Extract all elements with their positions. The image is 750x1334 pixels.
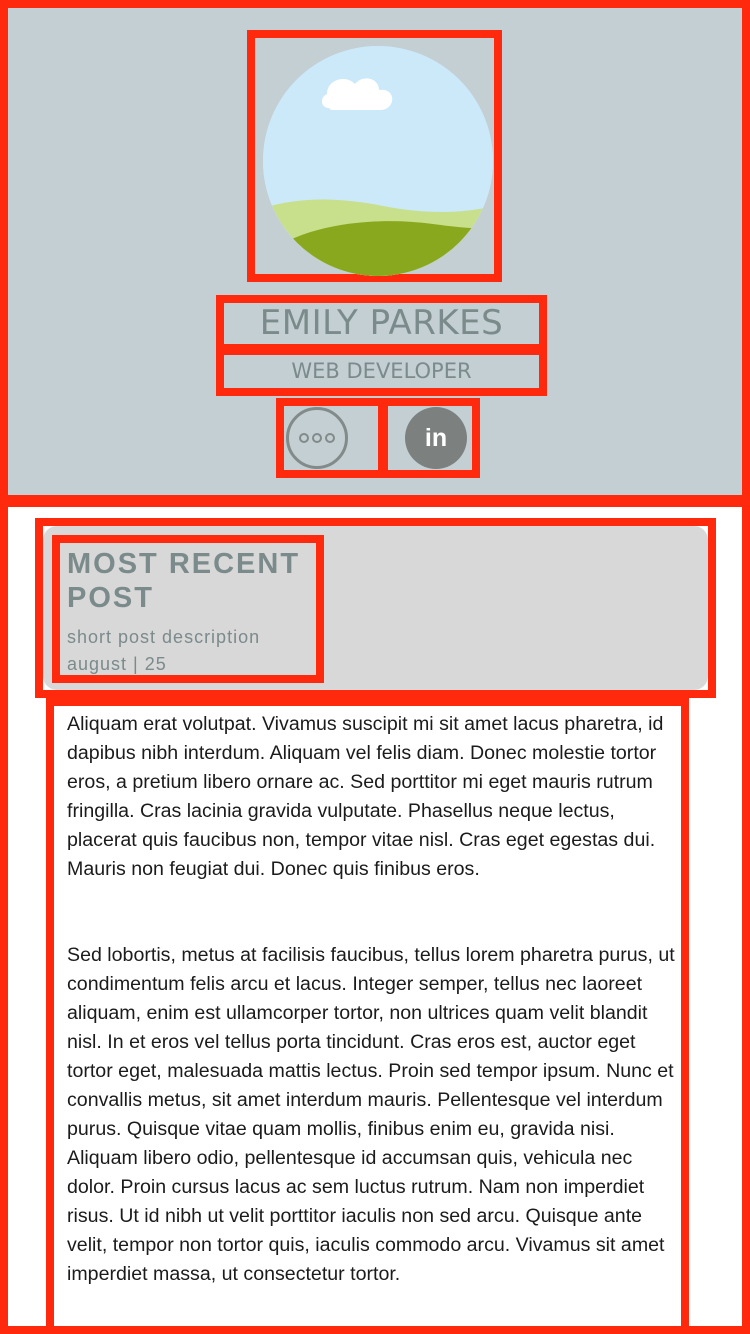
avatar (263, 46, 493, 276)
post-date: august | 25 (67, 654, 167, 674)
post-paragraph: Aliquam erat volutpat. Vivamus suscipit … (67, 713, 664, 880)
avatar-frame (247, 30, 502, 282)
post-header-frame: MOST RECENT POST short post description … (52, 535, 324, 683)
post-paragraph: Sed lobortis, metus at facilisis faucibu… (67, 944, 675, 1285)
dot-icon (299, 433, 309, 443)
role-frame: WEB DEVELOPER (216, 347, 547, 396)
more-horizontal-icon[interactable] (286, 407, 348, 469)
dot-icon (325, 433, 335, 443)
more-button-frame (276, 398, 386, 478)
post-heading: MOST RECENT POST (67, 548, 301, 614)
profile-role: WEB DEVELOPER (291, 359, 472, 383)
name-frame: EMILY PARKES (216, 295, 547, 352)
avatar-landscape-image (263, 46, 493, 276)
profile-name: EMILY PARKES (259, 303, 504, 343)
post-body-frame: Aliquam erat volutpat. Vivamus suscipit … (46, 698, 689, 1334)
linkedin-button-frame: in (380, 398, 480, 478)
dot-icon (312, 433, 322, 443)
post-description: short post description (67, 627, 261, 647)
linkedin-icon[interactable]: in (405, 407, 467, 469)
